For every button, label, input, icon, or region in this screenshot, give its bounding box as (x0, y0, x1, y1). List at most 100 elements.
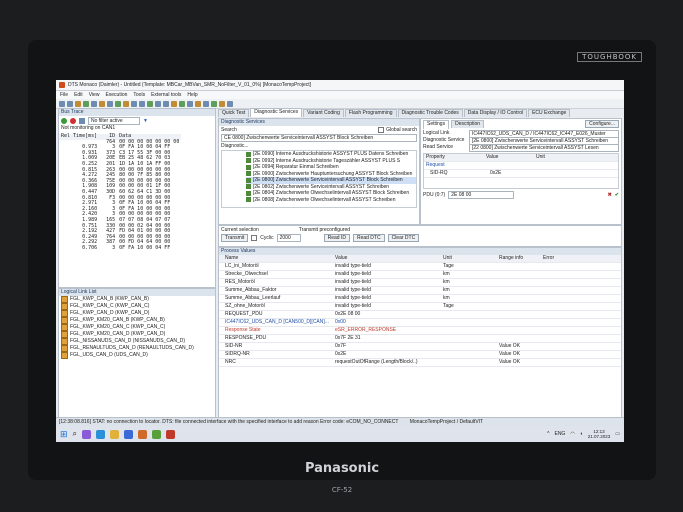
pv-row[interactable]: RESPONSE_PDU 0x7F 2E 31 (219, 335, 621, 343)
explorer-icon[interactable] (110, 429, 120, 439)
toolbar-button-icon[interactable] (147, 100, 153, 107)
toolbar-button-icon[interactable] (83, 100, 89, 107)
global-search-checkbox[interactable] (378, 127, 385, 133)
funnel-icon[interactable]: ▼ (143, 118, 148, 124)
transmit-button[interactable]: Transmit (221, 234, 249, 242)
pv-row[interactable]: SID-NR 0x7F Value OK (219, 343, 621, 351)
toolbar-button-icon[interactable] (155, 100, 161, 107)
property-row[interactable]: SID-RQ 0x2E (424, 170, 618, 178)
tab-data-display[interactable]: Data Display / IO Control (463, 109, 528, 117)
toolbar-button-icon[interactable] (115, 100, 121, 107)
menu-file[interactable]: File (60, 92, 68, 98)
service-item[interactable]: [2E 0808] Zwischenwerte Olwechselinterva… (246, 197, 416, 204)
logical-link-item[interactable]: FGL_KWP_KM20_CAN_C (KWP_CAN_C) (59, 324, 215, 331)
toolbar-button-icon[interactable] (91, 100, 97, 107)
read-id-button[interactable]: Read ID (323, 234, 350, 242)
app-icon-b[interactable] (152, 429, 162, 439)
volume-icon[interactable]: ◖ (580, 431, 583, 437)
pv-name: LC_ini_Motoröl (225, 263, 259, 269)
tab-dtc[interactable]: Diagnostic Trouble Codes (397, 109, 463, 117)
toolbar-button-icon[interactable] (99, 100, 105, 107)
tab-diagnostic-services[interactable]: Diagnostic Services (250, 108, 303, 117)
tab-settings[interactable]: Settings (423, 120, 450, 129)
toolbar-button-icon[interactable] (131, 100, 137, 107)
pv-row[interactable]: RES_Motoröl invalid type-tield km (219, 279, 621, 287)
logical-link-item[interactable]: FGL_NISSANUDS_CAN_D (NISSANUDS_CAN_D) (59, 338, 215, 345)
pv-row[interactable]: IC447IC62_UDS_CAN_D [CAN500_D][CAN]... 0x… (219, 319, 621, 327)
pv-name: SID-NR (225, 343, 243, 349)
read-service-field[interactable]: [22 0800] Zwischenwerte Serviceintervall… (469, 144, 619, 152)
pv-row[interactable]: Summe_Abbau_Leerlauf invalid type-tield km (219, 295, 621, 303)
toolbar-button-icon[interactable] (195, 100, 201, 107)
toolbar-button-icon[interactable] (187, 100, 193, 107)
logical-link-item[interactable]: FGL_KWP_CAN_B (KWP_CAN_B) (59, 296, 215, 303)
tab-quick-test[interactable]: Quick Test (218, 109, 250, 117)
app-icon-a[interactable] (138, 429, 148, 439)
store-icon[interactable] (124, 429, 134, 439)
start-icon[interactable] (61, 117, 67, 124)
teams-icon[interactable] (82, 429, 92, 439)
logical-link-item[interactable]: FGL_UDS_CAN_D (UDS_CAN_D) (59, 352, 215, 359)
read-dtc-button[interactable]: Read DTC (352, 234, 385, 242)
search-input[interactable]: CE 0800] Zwischenwerte Serviceintervall … (221, 134, 417, 142)
monaco-taskbar-icon[interactable] (166, 429, 176, 439)
wifi-icon[interactable]: ◠ (570, 431, 574, 437)
toolbar-button-icon[interactable] (227, 100, 233, 107)
stop-icon[interactable] (70, 117, 76, 124)
logical-link-item[interactable]: FGL_KWP_KM20_CAN_D (KWP_CAN_D) (59, 331, 215, 338)
menu-edit[interactable]: Edit (74, 92, 83, 98)
pv-row[interactable]: Strecke_Olwechsel invalid type-tield km (219, 271, 621, 279)
toolbar-button-icon[interactable] (75, 100, 81, 107)
toolbar-button-icon[interactable] (179, 100, 185, 107)
notification-icon[interactable]: ▭ (615, 431, 620, 437)
tab-description[interactable]: Description (451, 120, 485, 128)
cyclic-checkbox[interactable] (251, 235, 258, 241)
pv-row[interactable]: LC_ini_Motoröl invalid type-tield Tage (219, 263, 621, 271)
search-icon[interactable]: ⌕ (73, 429, 77, 439)
clock[interactable]: 12:13 21.07.2023 (588, 429, 611, 439)
menu-execution[interactable]: Execution (105, 92, 127, 98)
edge-icon[interactable] (96, 429, 106, 439)
logical-link-item[interactable]: FGL_RENAULTUDS_CAN_D (RENAULTUDS_CAN_D) (59, 345, 215, 352)
toolbar-button-icon[interactable] (219, 100, 225, 107)
pv-row[interactable]: Summe_Abbau_Faktor invalid type-tield km (219, 287, 621, 295)
pv-row[interactable]: SZ_ohne_Motoröl invalid type-tield Tage (219, 303, 621, 311)
toolbar-button-icon[interactable] (123, 100, 129, 107)
tab-flash-programming[interactable]: Flash Programming (344, 109, 397, 117)
tray-chevron-icon[interactable]: ^ (547, 431, 549, 437)
logical-link-panel: Logical Link List FGL_KWP_CAN_B (KWP_CAN… (58, 288, 216, 418)
toolbar-button-icon[interactable] (59, 100, 65, 107)
cyclic-interval[interactable]: 2000 (276, 234, 301, 242)
settings-icon[interactable] (79, 117, 85, 124)
menu-help[interactable]: Help (187, 92, 197, 98)
property-grid: Property Value Unit Request SID-RQ 0x2E (423, 153, 619, 189)
pdu-field[interactable]: 2E 08 00 (448, 191, 515, 199)
toolbar-button-icon[interactable] (211, 100, 217, 107)
toolbar-button-icon[interactable] (171, 100, 177, 107)
confirm-icon[interactable]: ✔ (615, 192, 619, 198)
menu-view[interactable]: View (89, 92, 100, 98)
pv-row[interactable]: REQUEST_PDU 0x2E 08 00 (219, 311, 621, 319)
toolbar-button-icon[interactable] (139, 100, 145, 107)
filter-select[interactable]: No filter active (88, 116, 140, 125)
logical-link-item[interactable]: FGL_KWP_CAN_C (KWP_CAN_C) (59, 303, 215, 310)
pv-row[interactable]: NRC requestOutOfRange (Length/Block/..) Va… (219, 359, 621, 367)
pv-row[interactable]: SIDRQ-NR 0x2E Value OK (219, 351, 621, 359)
menu-external-tools[interactable]: External tools (151, 92, 181, 98)
configure-button[interactable]: Configure... (585, 120, 619, 128)
toolbar-button-icon[interactable] (67, 100, 73, 107)
clear-dtc-button[interactable]: Clear DTC (387, 234, 420, 242)
lang-indicator[interactable]: ENG (554, 431, 565, 437)
toolbar-button-icon[interactable] (203, 100, 209, 107)
menu-tools[interactable]: Tools (133, 92, 145, 98)
cancel-icon[interactable]: ✖ (608, 192, 612, 198)
tab-variant-coding[interactable]: Variant Coding (303, 109, 344, 117)
pv-row[interactable]: Response State eSR_ERROR_RESPONSE (219, 327, 621, 335)
tab-ecu-exchange[interactable]: ECU Exchange (528, 109, 571, 117)
trace-row[interactable]: 0.706 3 0F FA 10 00 04 FF (59, 245, 181, 252)
toolbar-button-icon[interactable] (107, 100, 113, 107)
logical-link-item[interactable]: FGL_KWP_CAN_D (KWP_CAN_D) (59, 310, 215, 317)
windows-start-icon[interactable]: ⊞ (60, 429, 68, 440)
toolbar-button-icon[interactable] (163, 100, 169, 107)
logical-link-item[interactable]: FGL_KWP_KM20_CAN_B (KWP_CAN_B) (59, 317, 215, 324)
